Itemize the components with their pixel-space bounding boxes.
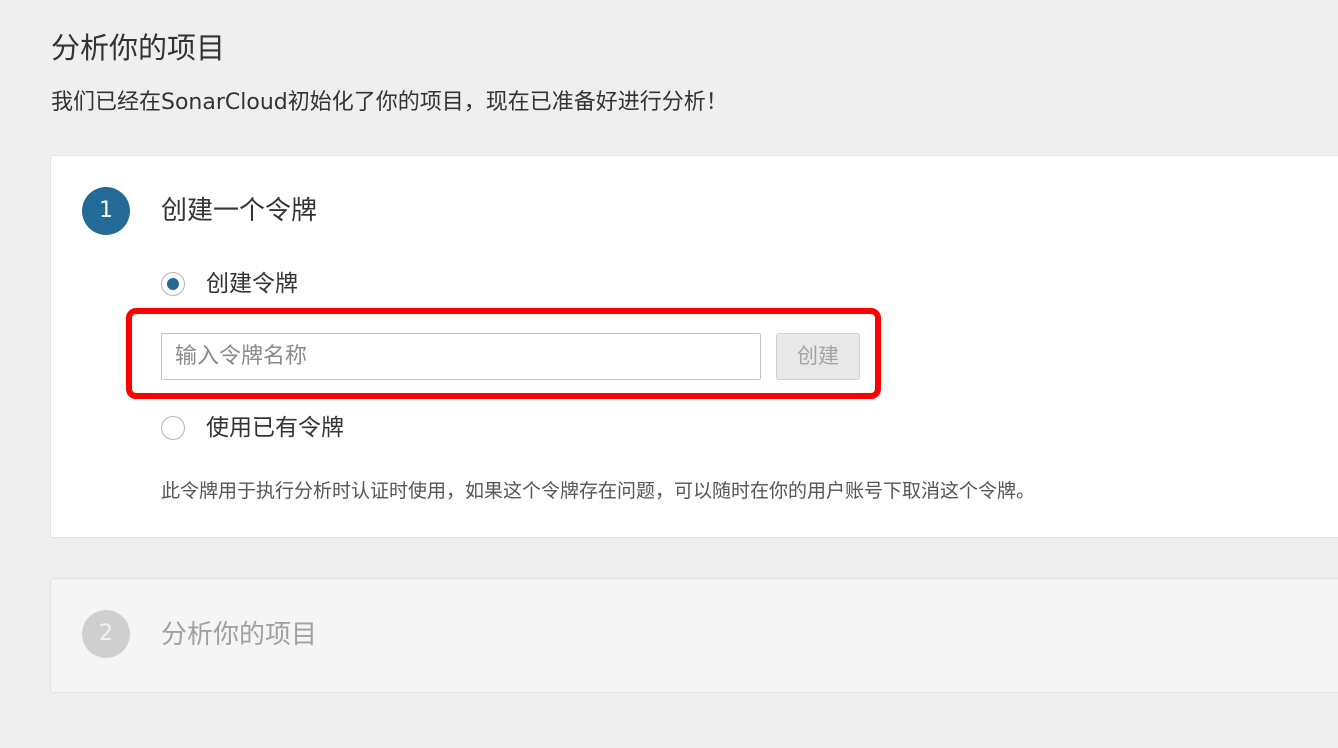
step-1-number-badge: 1 — [82, 187, 130, 235]
token-name-input[interactable] — [161, 333, 761, 380]
step-2-number-badge: 2 — [82, 610, 130, 658]
step-2-title: 分析你的项目 — [161, 620, 318, 650]
create-token-radio[interactable] — [161, 272, 185, 296]
page-subtitle: 我们已经在SonarCloud初始化了你的项目，现在已准备好进行分析！ — [51, 90, 728, 115]
token-help-text: 此令牌用于执行分析时认证时使用，如果这个令牌存在问题，可以随时在你的用户账号下取… — [161, 480, 1036, 502]
create-token-button[interactable]: 创建 — [776, 333, 860, 380]
use-existing-token-option[interactable]: 使用已有令牌 — [161, 412, 344, 444]
step-1-card: 1 创建一个令牌 创建令牌 创建 使用已有令牌 此令牌用于执行分析时认证时使用，… — [50, 155, 1338, 538]
use-existing-token-radio[interactable] — [161, 416, 185, 440]
page-title: 分析你的项目 — [51, 31, 226, 65]
radio-selected-dot — [167, 278, 179, 290]
step-2-card: 2 分析你的项目 — [50, 578, 1338, 693]
step-1-title: 创建一个令牌 — [161, 196, 318, 226]
create-token-label: 创建令牌 — [206, 271, 298, 297]
use-existing-token-label: 使用已有令牌 — [206, 415, 344, 441]
create-token-option[interactable]: 创建令牌 — [161, 268, 298, 300]
